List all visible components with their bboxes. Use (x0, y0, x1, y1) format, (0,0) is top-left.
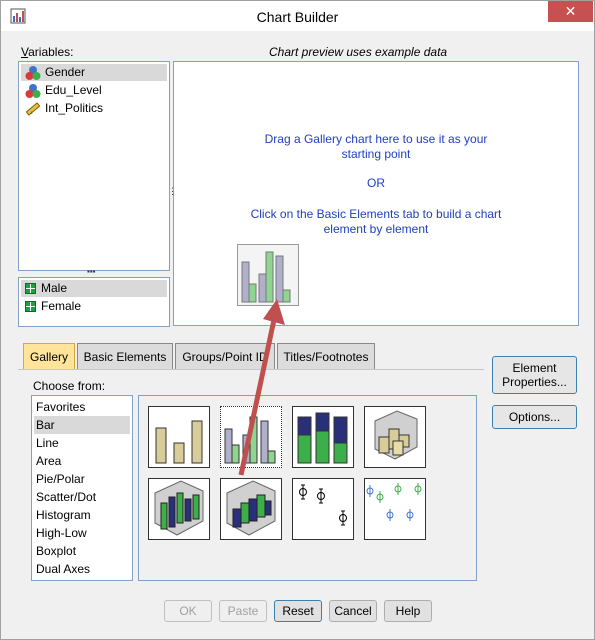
variable-label: Int_Politics (45, 101, 104, 115)
category-label: Female (41, 299, 82, 313)
help-button[interactable]: Help (384, 600, 432, 622)
drag-arrow-icon (238, 299, 285, 476)
chart-type-item[interactable]: Dual Axes (34, 560, 130, 578)
stacked-bar-icon (297, 412, 348, 464)
cancel-button[interactable]: Cancel (329, 600, 377, 622)
simple-bar-thumbnail[interactable] (148, 406, 210, 468)
chart-type-item[interactable]: Pie/Polar (34, 470, 130, 488)
variable-item-int-politics[interactable]: Int_Politics (21, 100, 167, 117)
chart-type-item[interactable]: Bar (34, 416, 130, 434)
clustered-error-bar-icon (366, 483, 422, 521)
chart-type-item[interactable]: High-Low (34, 524, 130, 542)
3d-clustered-bar-icon (154, 480, 204, 536)
category-icon (25, 283, 36, 294)
tab-gallery[interactable]: Gallery (23, 343, 75, 369)
error-bar-simple-thumbnail[interactable] (292, 478, 354, 540)
chart-type-item[interactable]: Histogram (34, 506, 130, 524)
3d-clustered-green-thumbnail[interactable] (148, 478, 210, 540)
variables-label-rest: ariables: (28, 45, 74, 59)
tab-titles-footnotes[interactable]: Titles/Footnotes (277, 343, 375, 369)
variable-label: Edu_Level (45, 83, 102, 97)
categories-list[interactable]: Male Female (18, 277, 170, 327)
preview-instruction-line1: Drag a Gallery chart here to use it as y… (264, 132, 488, 146)
category-icon (25, 301, 36, 312)
choose-from-label: Choose from: (33, 379, 105, 393)
chart-type-item[interactable]: Line (34, 434, 130, 452)
category-item-male[interactable]: Male (21, 280, 167, 297)
variables-list[interactable]: Gender Edu_Level Int_Politics (18, 61, 170, 271)
preview-instruction-or: OR (367, 176, 385, 190)
chart-type-item[interactable]: Favorites (34, 398, 130, 416)
variables-label: Variables: (21, 45, 74, 59)
category-label: Male (41, 281, 68, 295)
gallery-thumbnails (138, 395, 477, 581)
error-bar-clustered-thumbnail[interactable] (364, 478, 426, 540)
horizontal-splitter[interactable]: ▪▪▪ (87, 268, 103, 276)
category-item-female[interactable]: Female (21, 298, 167, 315)
preview-caption: Chart preview uses example data (269, 45, 448, 59)
chart-type-list[interactable]: Favorites Bar Line Area Pie/Polar Scatte… (31, 395, 133, 581)
3d-bar-thumbnail[interactable] (364, 406, 426, 468)
preview-instruction-line4: Click on the Basic Elements tab to build… (250, 207, 502, 221)
stacked-bar-thumbnail[interactable] (292, 406, 354, 468)
variable-item-edu-level[interactable]: Edu_Level (21, 82, 167, 99)
title-bar[interactable]: Chart Builder ✕ (1, 1, 594, 31)
chart-type-item[interactable]: Area (34, 452, 130, 470)
chart-preview-canvas[interactable]: Drag a Gallery chart here to use it as y… (173, 61, 579, 326)
chart-type-item[interactable]: Boxplot (34, 542, 130, 560)
variable-label: Gender (45, 65, 86, 79)
options-button[interactable]: Options... (492, 405, 577, 429)
chart-type-item[interactable]: Scatter/Dot (34, 488, 130, 506)
close-button[interactable]: ✕ (548, 1, 593, 22)
nominal-icon (25, 66, 41, 80)
ok-button[interactable]: OK (164, 600, 212, 622)
choose-from-text: Choose from: (33, 379, 106, 393)
3d-stacked-bar-icon (226, 480, 276, 536)
paste-button[interactable]: Paste (219, 600, 267, 622)
variable-item-gender[interactable]: Gender (21, 64, 167, 81)
error-bar-icon (299, 484, 347, 526)
nominal-icon (25, 84, 41, 98)
simple-bar-icon (155, 420, 203, 464)
scale-icon (25, 102, 41, 116)
element-properties-button[interactable]: Element Properties... (492, 356, 577, 394)
3d-stacked-thumbnail[interactable] (220, 478, 282, 540)
3d-bar-icon (374, 410, 418, 460)
element-properties-line2: Properties... (502, 375, 567, 389)
preview-instruction-line2: starting point (341, 147, 411, 161)
reset-button[interactable]: Reset (274, 600, 322, 622)
element-properties-line1: Element (512, 361, 557, 375)
window-title: Chart Builder (256, 9, 339, 25)
preview-instruction-line5: element by element (323, 222, 429, 236)
chart-builder-window: Chart Builder ✕ Variables: Chart preview… (0, 0, 595, 640)
tab-basic-elements[interactable]: Basic Elements (77, 343, 173, 369)
